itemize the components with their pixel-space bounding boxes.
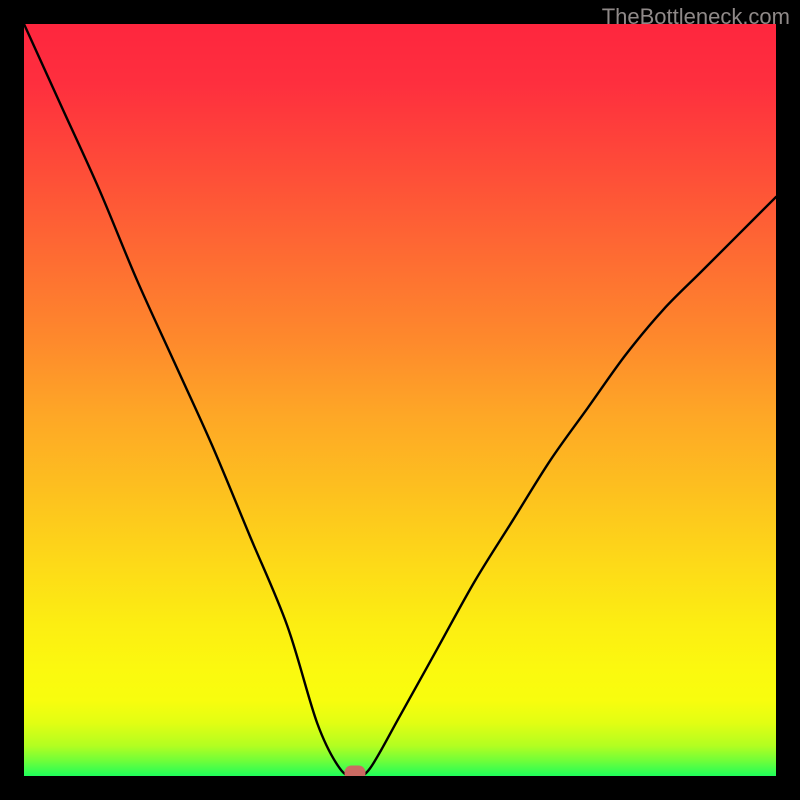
chart-container: TheBottleneck.com <box>0 0 800 800</box>
minimum-marker <box>344 766 365 777</box>
plot-area <box>24 24 776 776</box>
bottleneck-curve <box>24 24 776 776</box>
watermark-text: TheBottleneck.com <box>602 4 790 30</box>
